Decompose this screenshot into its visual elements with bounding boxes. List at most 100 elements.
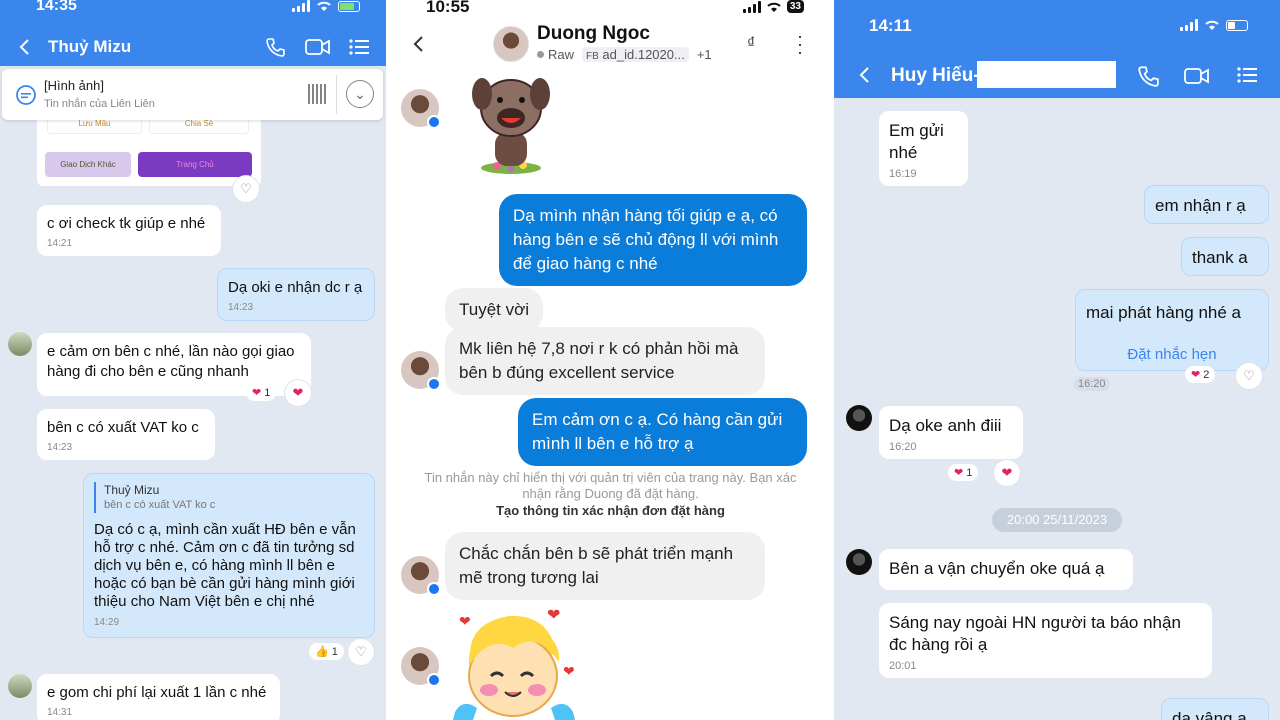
currency-icon[interactable]: ₫: [747, 35, 755, 53]
message-bubble-outgoing[interactable]: Thuỷ Mizu bên c có xuất VAT ko c Dạ có c…: [83, 473, 375, 638]
status-time: 14:35: [36, 0, 77, 14]
messenger-badge-icon: [427, 377, 441, 391]
ad-tag[interactable]: FB ad_id.12020...: [582, 47, 689, 62]
message-bubble-outgoing[interactable]: thank a: [1181, 237, 1269, 276]
back-icon[interactable]: [18, 38, 30, 56]
home-label: Trang Chủ: [176, 160, 214, 169]
contact-subtitle: Raw FB ad_id.12020... +1: [537, 47, 712, 62]
signal-icon: [1180, 19, 1198, 31]
message-bubble[interactable]: Dạ oke anh điii 16:20: [879, 406, 1023, 459]
contact-name[interactable]: Duong Ngoc: [537, 23, 650, 45]
react-heart-button[interactable]: ♡: [1236, 363, 1262, 389]
reaction-count: 1: [264, 386, 271, 399]
message-text: thank a: [1192, 248, 1248, 267]
contact-name[interactable]: Huy Hiếu-: [891, 65, 980, 87]
more-options-icon[interactable]: · · ·: [795, 27, 805, 61]
reaction-badge[interactable]: 👍 1: [309, 643, 344, 660]
battery-icon: [338, 0, 360, 12]
reaction-badge[interactable]: ❤ 2: [1185, 366, 1216, 383]
menu-icon[interactable]: [349, 39, 369, 55]
qr-thumbnail: [308, 84, 328, 104]
avatar[interactable]: [401, 647, 441, 687]
message-text: dạ vâng ạ: [1172, 709, 1247, 720]
other-transaction-label: Giao Dịch Khác: [60, 160, 116, 169]
message-text: Dạ oki e nhận dc r ạ: [228, 279, 363, 296]
sticker-dog[interactable]: [467, 70, 555, 174]
ad-tag-fb: FB: [586, 51, 599, 62]
quoted-message[interactable]: Thuỷ Mizu bên c có xuất VAT ko c: [94, 482, 364, 513]
reaction-badge[interactable]: ❤ 1: [246, 384, 277, 401]
avatar[interactable]: [8, 332, 32, 356]
avatar[interactable]: [401, 351, 441, 391]
message-time: 14:29: [94, 617, 120, 628]
heart-outline-icon: ♡: [1243, 368, 1255, 383]
pinned-message-bar[interactable]: [Hình ảnh] Tin nhắn của Liên Liên ⌄: [2, 69, 383, 120]
message-bubble[interactable]: Mk liên hệ 7,8 nơi r k có phản hồi mà bê…: [445, 327, 765, 395]
react-heart-button[interactable]: ♡: [348, 639, 374, 665]
message-bubble-outgoing[interactable]: mai phát hàng nhé a Đặt nhắc hẹn: [1075, 289, 1269, 371]
message-bubble[interactable]: Chắc chắn bên b sẽ phát triển mạnh mẽ tr…: [445, 532, 765, 600]
phone-icon[interactable]: [1137, 65, 1159, 87]
status-icons: [292, 0, 360, 12]
battery-level: 33: [789, 1, 801, 12]
avatar[interactable]: [846, 405, 872, 431]
message-bubble-outgoing[interactable]: dạ vâng ạ: [1161, 698, 1269, 720]
expand-chevron-button[interactable]: ⌄: [346, 80, 374, 108]
save-template-label: Lưu Mẫu: [78, 119, 111, 128]
messenger-badge-icon: [427, 115, 441, 129]
phone-icon[interactable]: [265, 37, 285, 57]
video-call-icon[interactable]: [305, 38, 331, 56]
message-time: 14:31: [47, 707, 73, 718]
avatar[interactable]: [401, 89, 441, 129]
home-button[interactable]: Trang Chủ: [138, 152, 252, 177]
message-bubble[interactable]: c ơi check tk giúp e nhé 14:21: [37, 205, 221, 256]
set-reminder-link[interactable]: Đặt nhắc hẹn: [1086, 344, 1258, 366]
message-text: em nhận r ạ: [1155, 196, 1246, 215]
message-bubble[interactable]: Bên a vận chuyển oke quá ạ: [879, 549, 1133, 590]
messenger-badge-icon: [427, 582, 441, 596]
react-heart-button[interactable]: ❤: [285, 380, 311, 406]
message-bubble[interactable]: e gom chi phí lại xuất 1 lần c nhé 14:31: [37, 674, 280, 720]
heart-icon: ❤: [1001, 465, 1013, 480]
message-time: 16:19: [889, 168, 917, 180]
react-heart-button[interactable]: ❤: [994, 460, 1020, 486]
reaction-count: 1: [331, 645, 338, 658]
message-bubble[interactable]: Em gửi nhé 16:19: [879, 111, 968, 186]
svg-text:❤: ❤: [547, 607, 560, 624]
message-text: e gom chi phí lại xuất 1 lần c nhé: [47, 684, 267, 701]
status-time: 14:11: [869, 16, 912, 35]
create-order-confirmation-link[interactable]: Tạo thông tin xác nhận đơn đặt hàng: [409, 503, 812, 518]
pinned-subtitle: Tin nhắn của Liên Liên: [44, 98, 155, 110]
message-bubble-outgoing[interactable]: em nhận r ạ: [1144, 185, 1269, 224]
message-bubble-outgoing[interactable]: Dạ oki e nhận dc r ạ 14:23: [217, 268, 375, 321]
other-transaction-button[interactable]: Giao Dịch Khác: [45, 152, 131, 177]
wifi-icon: [767, 2, 781, 12]
message-bubble[interactable]: Tuyệt vời: [445, 288, 544, 332]
redacted-name-box: [977, 61, 1116, 88]
status-time: 10:55: [426, 0, 470, 16]
reaction-badge[interactable]: ❤ 1: [948, 464, 979, 481]
message-bubble[interactable]: Sáng nay ngoài HN người ta báo nhận đc h…: [879, 603, 1212, 678]
back-icon[interactable]: [858, 66, 870, 84]
menu-icon[interactable]: [1236, 67, 1258, 83]
message-bubble-outgoing[interactable]: Em cảm ơn c ạ. Có hàng cần gửi mình ll b…: [518, 398, 807, 466]
video-call-icon[interactable]: [1183, 67, 1211, 85]
contact-name[interactable]: Thuỷ Mizu: [48, 37, 131, 57]
sticker-boy[interactable]: ❤ ❤ ❤: [449, 604, 579, 720]
message-text: bên c có xuất VAT ko c: [47, 419, 199, 436]
react-heart-button[interactable]: ♡: [233, 176, 259, 202]
message-bubble[interactable]: bên c có xuất VAT ko c 14:23: [37, 409, 215, 460]
back-icon[interactable]: [412, 35, 424, 53]
message-time: 16:20: [1074, 377, 1110, 391]
avatar[interactable]: [401, 556, 441, 596]
heart-icon: ❤: [292, 385, 304, 400]
chevron-down-icon: ⌄: [354, 86, 366, 102]
header-avatar[interactable]: [493, 26, 529, 62]
chat-bubble-icon: [16, 85, 36, 105]
message-text: Dạ oke anh điii: [889, 416, 1002, 435]
avatar[interactable]: [846, 549, 872, 575]
more-tags[interactable]: +1: [697, 47, 712, 62]
avatar[interactable]: [8, 674, 32, 698]
message-bubble-outgoing[interactable]: Dạ mình nhận hàng tối giúp e ạ, có hàng …: [499, 194, 807, 286]
message-time: 14:23: [228, 302, 254, 313]
